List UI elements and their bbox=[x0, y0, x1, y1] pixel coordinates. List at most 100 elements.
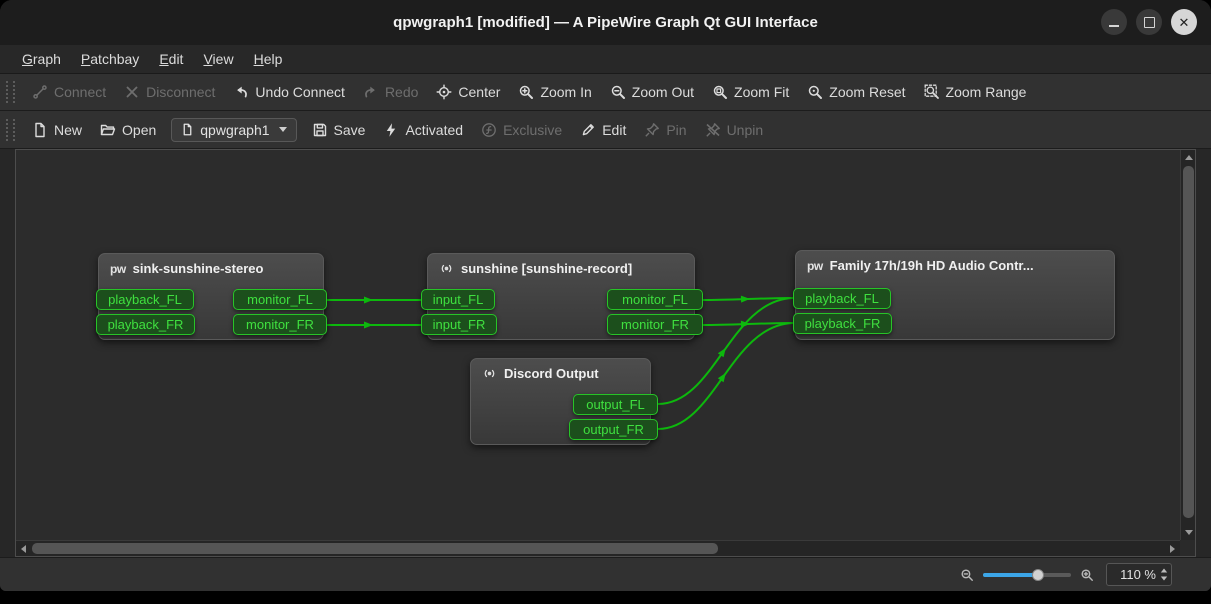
zoom-spinbox[interactable]: 110 % bbox=[1106, 563, 1172, 586]
zoom-out-button[interactable]: Zoom Out bbox=[601, 79, 703, 105]
scroll-right-button[interactable] bbox=[1165, 541, 1180, 556]
zoom-in-small-icon[interactable] bbox=[1080, 568, 1094, 582]
menu-edit[interactable]: Edit bbox=[149, 47, 193, 71]
save-icon bbox=[312, 122, 328, 138]
arrow-up-icon bbox=[1185, 155, 1193, 160]
arrow-left-icon bbox=[21, 545, 26, 553]
save-button[interactable]: Save bbox=[303, 117, 375, 143]
titlebar[interactable]: qpwgraph1 [modified] — A PipeWire Graph … bbox=[0, 0, 1211, 45]
node-header: pw Family 17h/19h HD Audio Contr... bbox=[796, 251, 1114, 280]
open-button[interactable]: Open bbox=[91, 117, 165, 143]
open-folder-icon bbox=[100, 122, 116, 138]
zoom-reset-icon bbox=[807, 84, 823, 100]
pin-icon bbox=[644, 122, 660, 138]
port-output_FR[interactable]: output_FR bbox=[569, 419, 658, 440]
chevron-down-icon bbox=[279, 127, 287, 132]
connections-layer bbox=[16, 150, 1180, 540]
port-input_FL[interactable]: input_FL bbox=[421, 289, 495, 310]
spin-down-icon[interactable] bbox=[1161, 577, 1167, 581]
scroll-up-button[interactable] bbox=[1181, 150, 1196, 165]
menu-patchbay[interactable]: Patchbay bbox=[71, 47, 149, 71]
pipewire-icon: pw bbox=[110, 263, 126, 275]
disconnect-icon bbox=[124, 84, 140, 100]
edit-label: Edit bbox=[602, 122, 626, 138]
horizontal-scroll-handle[interactable] bbox=[32, 543, 718, 554]
connection-arrow-icon bbox=[741, 295, 750, 302]
menu-help[interactable]: Help bbox=[244, 47, 293, 71]
menu-graph[interactable]: Graph bbox=[12, 47, 71, 71]
port-input_FR[interactable]: input_FR bbox=[421, 314, 497, 335]
menu-view[interactable]: View bbox=[193, 47, 243, 71]
exclusive-button[interactable]: Exclusive bbox=[472, 117, 571, 143]
record-icon bbox=[482, 366, 497, 381]
edit-pencil-icon bbox=[580, 122, 596, 138]
zoom-reset-button[interactable]: Zoom Reset bbox=[798, 79, 914, 105]
minimize-button[interactable] bbox=[1101, 9, 1127, 35]
zoom-range-button[interactable]: Zoom Range bbox=[915, 79, 1036, 105]
maximize-button[interactable] bbox=[1136, 9, 1162, 35]
close-button[interactable]: ✕ bbox=[1171, 9, 1197, 35]
zoom-fit-button[interactable]: Zoom Fit bbox=[703, 79, 798, 105]
zoom-range-icon bbox=[924, 84, 940, 100]
scroll-left-button[interactable] bbox=[16, 541, 31, 556]
zoom-in-button[interactable]: Zoom In bbox=[509, 79, 600, 105]
open-label: Open bbox=[122, 122, 156, 138]
zoom-slider-track[interactable] bbox=[983, 573, 1071, 577]
connection-arrow-icon bbox=[364, 297, 373, 304]
maximize-icon bbox=[1144, 17, 1155, 28]
node-title: Family 17h/19h HD Audio Contr... bbox=[830, 258, 1034, 273]
port-monitor_FR[interactable]: monitor_FR bbox=[233, 314, 327, 335]
graph-canvas[interactable]: pw sink-sunshine-stereo playback_FL play… bbox=[16, 150, 1180, 540]
port-playback_FR[interactable]: playback_FR bbox=[793, 313, 892, 334]
edit-button[interactable]: Edit bbox=[571, 117, 635, 143]
unpin-button[interactable]: Unpin bbox=[696, 117, 773, 143]
port-monitor_FL[interactable]: monitor_FL bbox=[607, 289, 703, 310]
port-playback_FR[interactable]: playback_FR bbox=[96, 314, 195, 335]
port-playback_FL[interactable]: playback_FL bbox=[96, 289, 194, 310]
patchbay-file-name: qpwgraph1 bbox=[200, 122, 269, 138]
undo-connect-button[interactable]: Undo Connect bbox=[224, 79, 354, 105]
zoom-value: 110 % bbox=[1120, 567, 1156, 582]
zoom-fit-icon bbox=[712, 84, 728, 100]
patchbay-file-combo[interactable]: qpwgraph1 bbox=[171, 118, 296, 142]
menubar: Graph Patchbay Edit View Help bbox=[0, 45, 1211, 74]
zoom-range-label: Zoom Range bbox=[946, 84, 1027, 100]
port-playback_FL[interactable]: playback_FL bbox=[793, 288, 891, 309]
new-label: New bbox=[54, 122, 82, 138]
node-header: pw sink-sunshine-stereo bbox=[99, 254, 323, 283]
center-button[interactable]: Center bbox=[427, 79, 509, 105]
activated-label: Activated bbox=[405, 122, 463, 138]
vertical-scroll-handle[interactable] bbox=[1183, 166, 1194, 518]
save-label: Save bbox=[334, 122, 366, 138]
statusbar: 110 % bbox=[0, 557, 1211, 591]
zoom-slider[interactable] bbox=[983, 567, 1071, 583]
connect-icon bbox=[32, 84, 48, 100]
zoom-slider-handle[interactable] bbox=[1032, 569, 1044, 581]
node-header: sunshine [sunshine-record] bbox=[428, 254, 694, 283]
connect-button[interactable]: Connect bbox=[23, 79, 115, 105]
disconnect-button[interactable]: Disconnect bbox=[115, 79, 224, 105]
toolbar-drag-handle-2[interactable] bbox=[6, 119, 15, 141]
spin-up-icon[interactable] bbox=[1161, 569, 1167, 573]
pin-button[interactable]: Pin bbox=[635, 117, 695, 143]
vertical-scrollbar[interactable] bbox=[1180, 150, 1195, 540]
exclusive-label: Exclusive bbox=[503, 122, 562, 138]
activated-button[interactable]: Activated bbox=[374, 117, 472, 143]
zoom-in-label: Zoom In bbox=[540, 84, 591, 100]
zoom-out-small-icon[interactable] bbox=[960, 568, 974, 582]
port-monitor_FR[interactable]: monitor_FR bbox=[607, 314, 703, 335]
redo-label: Redo bbox=[385, 84, 418, 100]
toolbar-drag-handle[interactable] bbox=[6, 81, 15, 103]
redo-button[interactable]: Redo bbox=[354, 79, 427, 105]
new-button[interactable]: New bbox=[23, 117, 91, 143]
activated-bolt-icon bbox=[383, 122, 399, 138]
scroll-down-button[interactable] bbox=[1181, 525, 1196, 540]
zoom-slider-fill bbox=[983, 573, 1038, 577]
connection-arrow-icon bbox=[364, 322, 373, 329]
new-file-icon bbox=[32, 122, 48, 138]
horizontal-scrollbar[interactable] bbox=[16, 540, 1180, 556]
port-output_FL[interactable]: output_FL bbox=[573, 394, 658, 415]
port-monitor_FL[interactable]: monitor_FL bbox=[233, 289, 327, 310]
zoom-out-icon bbox=[610, 84, 626, 100]
record-icon bbox=[439, 261, 454, 276]
